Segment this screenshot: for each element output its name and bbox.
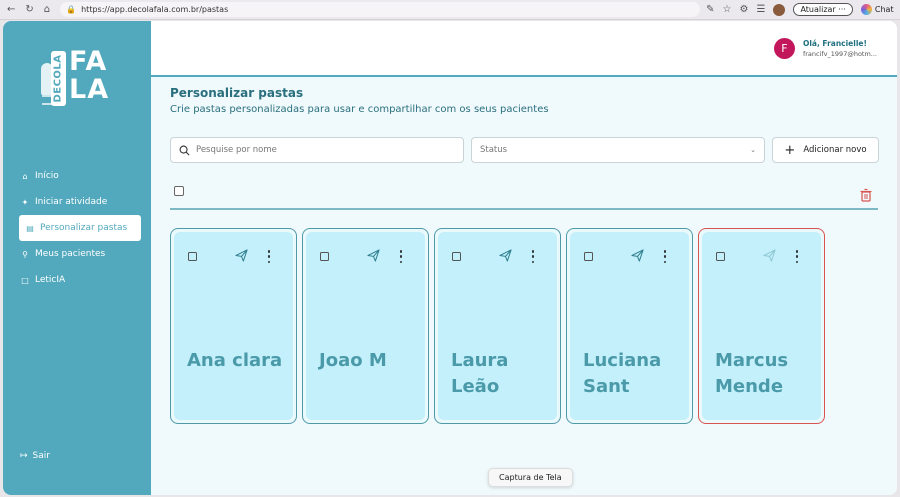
folder-grid: Ana clara Joao M Laura Leão Luciana Sant <box>170 228 825 424</box>
plus-icon: + <box>784 142 796 158</box>
folder-card-body: Ana clara <box>174 232 293 420</box>
folder-card[interactable]: Marcus Mende <box>698 228 825 424</box>
folder-card[interactable]: Luciana Sant <box>566 228 693 424</box>
favorites-icon[interactable]: ☰ <box>756 4 765 15</box>
search-icon: ⚲ <box>22 249 28 259</box>
logout-button[interactable]: ↦ Sair <box>20 451 50 461</box>
address-bar[interactable]: 🔒 https://app.decolafala.com.br/pastas <box>60 2 701 17</box>
home-icon: ⌂ <box>22 171 28 181</box>
folder-name: Luciana Sant <box>583 350 662 397</box>
sidebar-item-label: Início <box>35 171 59 181</box>
folder-card-body: Joao M <box>306 232 425 420</box>
url-text: https://app.decolafala.com.br/pastas <box>81 5 229 14</box>
profile-avatar[interactable] <box>773 3 786 16</box>
folder-card-body: Laura Leão <box>438 232 557 420</box>
user-profile[interactable]: F Olá, Francielle! francifv_1997@hotm... <box>773 38 877 59</box>
more-options-icon[interactable] <box>267 250 271 263</box>
folder-card[interactable]: Joao M <box>302 228 429 424</box>
send-icon[interactable] <box>631 249 644 262</box>
folder-name: Ana clara <box>187 350 283 371</box>
app-window: DECOLA FA LA ⌂ Início ✦ Iniciar atividad… <box>3 21 897 495</box>
more-options-icon[interactable] <box>795 250 799 263</box>
logo-line-1: FA <box>69 46 108 77</box>
user-greeting: Olá, Francielle! <box>802 39 867 48</box>
sidebar-item-inicio[interactable]: ⌂ Início <box>19 163 141 189</box>
search-icon <box>179 145 190 155</box>
add-new-label: Adicionar novo <box>803 145 867 155</box>
browser-actions: ✎ ☆ ⚙ ☰ Atualizar ··· Chat <box>706 3 894 16</box>
chevron-down-icon: ⌄ <box>750 146 756 154</box>
status-select[interactable]: Status ⌄ <box>471 137 765 163</box>
copilot-icon <box>860 4 872 15</box>
folder-checkbox[interactable] <box>188 252 197 261</box>
search-box <box>170 137 464 163</box>
sidebar-item-personalizar-pastas[interactable]: ▤ Personalizar pastas <box>19 215 141 241</box>
logout-label: Sair <box>32 451 50 461</box>
back-icon[interactable]: ← <box>7 4 15 15</box>
search-input[interactable] <box>196 145 456 155</box>
share-icon[interactable]: ✎ <box>706 4 714 15</box>
trash-icon[interactable] <box>859 188 873 202</box>
folder-name: Laura Leão <box>451 350 509 397</box>
select-all-checkbox[interactable] <box>174 186 184 196</box>
sidebar-item-label: Meus pacientes <box>35 249 106 259</box>
extension-icon[interactable]: ⚙ <box>740 4 749 15</box>
add-new-button[interactable]: + Adicionar novo <box>772 137 879 163</box>
avatar: F <box>773 38 795 59</box>
folder-card[interactable]: Ana clara <box>170 228 297 424</box>
folder-card-body: Marcus Mende <box>702 232 821 420</box>
send-icon[interactable] <box>499 249 512 262</box>
chat-button[interactable]: Chat <box>860 4 894 15</box>
screenshot-tooltip: Captura de Tela <box>488 468 573 487</box>
sidebar: DECOLA FA LA ⌂ Início ✦ Iniciar atividad… <box>3 21 151 495</box>
sidebar-item-leticia[interactable]: □ LeticIA <box>19 267 141 293</box>
home-browser-icon[interactable]: ⌂ <box>44 4 50 15</box>
divider <box>170 208 878 210</box>
folder-card[interactable]: Laura Leão <box>434 228 561 424</box>
send-icon[interactable] <box>367 249 380 262</box>
sidebar-item-label: LeticIA <box>35 275 66 285</box>
folder-name: Joao M <box>319 350 387 371</box>
send-icon[interactable] <box>763 249 776 262</box>
status-select-label: Status <box>480 145 508 155</box>
folder-checkbox[interactable] <box>716 252 725 261</box>
page-title: Personalizar pastas <box>170 86 304 100</box>
folder-icon: ▤ <box>26 223 34 233</box>
folder-card-body: Luciana Sant <box>570 232 689 420</box>
main-content: F Olá, Francielle! francifv_1997@hotm...… <box>151 21 897 495</box>
sparkle-icon: ✦ <box>21 197 29 207</box>
more-options-icon[interactable] <box>663 250 667 263</box>
logo[interactable]: DECOLA FA LA <box>41 45 121 109</box>
user-info: Olá, Francielle! francifv_1997@hotm... <box>803 39 877 58</box>
sidebar-menu: ⌂ Início ✦ Iniciar atividade ▤ Personali… <box>19 163 141 293</box>
sidebar-item-label: Iniciar atividade <box>35 197 108 207</box>
folder-checkbox[interactable] <box>452 252 461 261</box>
logo-line-2: LA <box>69 74 110 105</box>
page-subtitle: Crie pastas personalizadas para usar e c… <box>170 104 549 115</box>
update-button[interactable]: Atualizar ··· <box>793 3 853 16</box>
logo-vertical-badge: DECOLA <box>51 51 66 106</box>
sidebar-item-iniciar-atividade[interactable]: ✦ Iniciar atividade <box>19 189 141 215</box>
browser-toolbar: ← ↻ ⌂ 🔒 https://app.decolafala.com.br/pa… <box>0 0 900 20</box>
lock-icon: 🔒 <box>66 5 77 14</box>
reload-icon[interactable]: ↻ <box>25 4 33 15</box>
sidebar-item-meus-pacientes[interactable]: ⚲ Meus pacientes <box>19 241 141 267</box>
chat-icon: □ <box>21 275 29 285</box>
folder-checkbox[interactable] <box>584 252 593 261</box>
folder-name: Marcus Mende <box>715 350 789 397</box>
sidebar-item-label: Personalizar pastas <box>40 223 128 233</box>
browser-nav: ← ↻ ⌂ <box>7 4 50 15</box>
more-options-icon[interactable] <box>399 250 403 263</box>
logout-icon: ↦ <box>20 451 28 461</box>
send-icon[interactable] <box>235 249 248 262</box>
folder-checkbox[interactable] <box>320 252 329 261</box>
more-options-icon[interactable] <box>531 250 535 263</box>
star-icon[interactable]: ☆ <box>723 4 732 15</box>
top-bar: F Olá, Francielle! francifv_1997@hotm... <box>151 21 897 77</box>
user-email: francifv_1997@hotm... <box>802 50 877 58</box>
